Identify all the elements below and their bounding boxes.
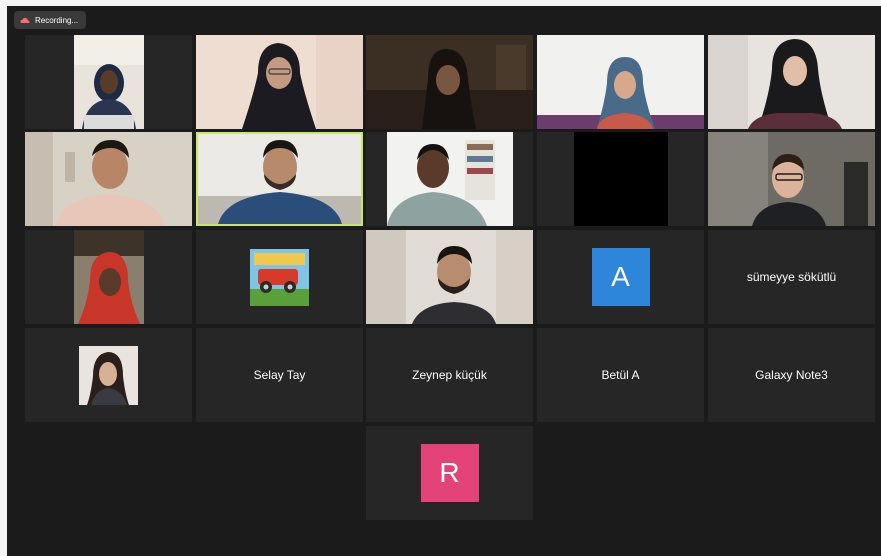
participant-tile[interactable] — [708, 35, 875, 129]
participant-tile-name[interactable]: Galaxy Note3 — [708, 328, 875, 422]
avatar: A — [591, 248, 650, 306]
participant-tile-profile-picture[interactable] — [196, 230, 363, 324]
participant-video — [25, 132, 192, 226]
participant-tile-name[interactable]: Selay Tay — [196, 328, 363, 422]
participant-tile-video-off[interactable] — [537, 132, 704, 226]
profile-picture — [79, 345, 138, 405]
participant-tile[interactable] — [196, 35, 363, 129]
participant-name: Betül A — [601, 368, 640, 382]
participant-video — [73, 35, 144, 129]
participant-tile-avatar[interactable]: A — [537, 230, 704, 324]
participant-tile-name[interactable]: Zeynep küçük — [366, 328, 533, 422]
recording-label: Recording... — [35, 15, 79, 25]
participant-tile-avatar[interactable]: R — [366, 426, 533, 520]
participant-video — [366, 230, 533, 324]
avatar: R — [420, 444, 479, 502]
participant-name: sümeyye sökütlü — [746, 270, 837, 284]
participant-video — [537, 35, 704, 129]
participant-video-off — [573, 132, 668, 226]
participant-tile[interactable] — [25, 132, 192, 226]
profile-picture — [250, 248, 309, 306]
participant-video — [708, 35, 875, 129]
participant-video — [386, 132, 513, 226]
participant-video — [196, 35, 363, 129]
participant-tile-name[interactable]: sümeyye sökütlü — [708, 230, 875, 324]
participant-tile[interactable] — [25, 35, 192, 129]
participant-name: Zeynep küçük — [412, 368, 487, 382]
meeting-window: Recording... A sümeyye sökütlü Selay Tay… — [7, 6, 881, 556]
participant-tile[interactable] — [537, 35, 704, 129]
participant-video — [198, 134, 361, 224]
participant-tile-profile-picture[interactable] — [25, 328, 192, 422]
participant-tile[interactable] — [25, 230, 192, 324]
participant-video — [708, 132, 875, 226]
participant-tile-name[interactable]: Betül A — [537, 328, 704, 422]
participant-tile[interactable] — [366, 132, 533, 226]
recording-cloud-icon — [20, 17, 30, 23]
participant-tile-active-speaker[interactable] — [196, 132, 363, 226]
participant-name: Galaxy Note3 — [755, 368, 828, 382]
participant-tile[interactable] — [366, 35, 533, 129]
participant-video — [366, 35, 533, 129]
participant-name: Selay Tay — [253, 368, 306, 382]
recording-indicator[interactable]: Recording... — [14, 11, 87, 29]
participant-video — [73, 230, 144, 324]
participant-tile[interactable] — [708, 132, 875, 226]
participant-tile[interactable] — [366, 230, 533, 324]
